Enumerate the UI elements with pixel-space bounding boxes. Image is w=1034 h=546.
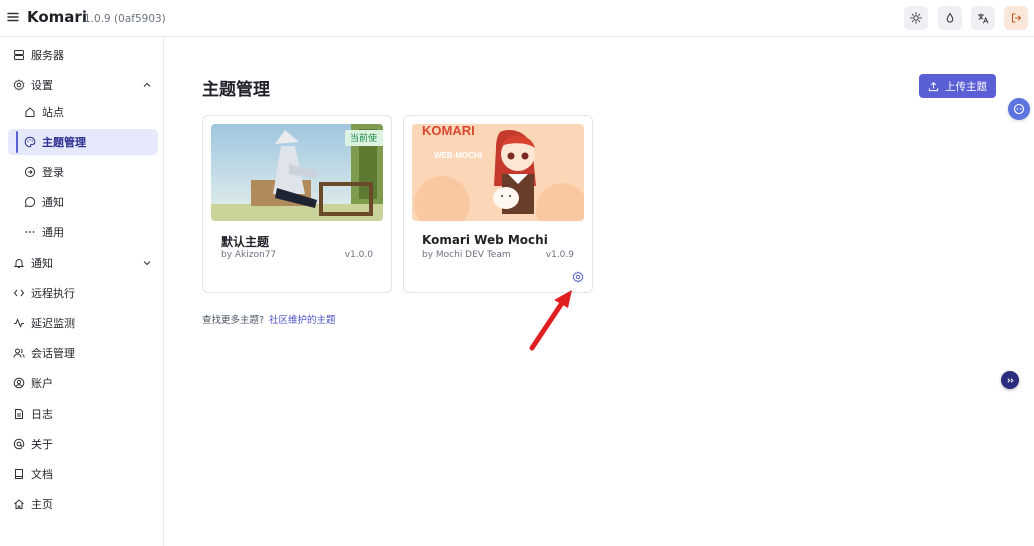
sidebar-item-notify-sub[interactable]: 通知 — [8, 189, 158, 215]
theme-author: by Mochi DEV Team — [422, 250, 511, 260]
drop-icon — [946, 12, 954, 23]
sidebar-item-label: 登录 — [42, 166, 64, 179]
sidebar-item-label: 主页 — [31, 498, 53, 511]
top-bar: Komari 1.0.9 (0af5903) — [0, 0, 1034, 37]
theme-name: 默认主题 — [221, 235, 270, 249]
sidebar-item-remote-exec[interactable]: 远程执行 — [8, 280, 158, 306]
color-button[interactable] — [938, 6, 962, 30]
dots-icon — [25, 231, 35, 233]
logout-button[interactable] — [1004, 6, 1028, 30]
sidebar-item-label: 远程执行 — [31, 287, 75, 300]
sidebar-item-theme-management[interactable]: 主题管理 — [8, 129, 158, 155]
logout-icon — [1012, 13, 1021, 23]
sidebar-item-about[interactable]: 关于 — [8, 431, 158, 457]
users-icon — [13, 348, 25, 358]
language-button[interactable] — [971, 6, 995, 30]
theme-version: v1.0.0 — [344, 250, 373, 260]
theme-thumbnail-default: 当前使 — [211, 124, 383, 221]
sidebar-item-label: 日志 — [31, 408, 53, 421]
theme-thumbnail-web-mochi: KOMARI WEB-MOCHI — [412, 124, 584, 221]
app-title: Komari — [27, 8, 87, 26]
sidebar: 服务器 设置 站点 主题管理 登录 通知 通用 通知 远程执行 延迟监测 会话管 — [0, 37, 164, 546]
sidebar-item-site[interactable]: 站点 — [8, 99, 158, 125]
file-icon — [15, 409, 23, 419]
sidebar-item-sessions[interactable]: 会话管理 — [8, 340, 158, 366]
sidebar-item-label: 主题管理 — [42, 136, 86, 149]
at-icon — [13, 438, 25, 450]
bell-icon — [13, 259, 25, 268]
activity-icon — [14, 318, 24, 328]
book-icon — [15, 469, 23, 479]
annotation-arrow-icon — [529, 290, 572, 351]
upload-theme-label: 上传主题 — [945, 80, 987, 93]
sidebar-item-label: 服务器 — [31, 49, 64, 62]
sidebar-item-label: 通知 — [42, 196, 64, 209]
theme-version: v1.0.9 — [545, 250, 574, 260]
double-chevron-right-icon — [1006, 377, 1014, 383]
sidebar-item-label: 关于 — [31, 438, 53, 451]
palette-icon — [24, 136, 36, 148]
sidebar-item-notifications[interactable]: 通知 — [8, 250, 158, 276]
theme-name: Komari Web Mochi — [422, 233, 548, 247]
sidebar-item-label: 文档 — [31, 468, 53, 481]
theme-toggle-button[interactable] — [904, 6, 928, 30]
sidebar-item-label: 延迟监测 — [31, 317, 75, 330]
theme-author: by Akizon77 — [221, 250, 277, 260]
code-icon — [13, 289, 25, 297]
more-themes-text: 查找更多主题? — [202, 315, 265, 326]
theme-card-web-mochi[interactable]: KOMARI WEB-MOCHI Komari Web Mochi by Moc… — [403, 115, 593, 293]
user-circle-icon — [13, 377, 25, 389]
home-icon — [25, 107, 35, 117]
upload-theme-button[interactable]: 上传主题 — [919, 74, 996, 98]
sidebar-item-label: 通用 — [42, 226, 64, 239]
sidebar-item-label: 站点 — [42, 106, 64, 119]
sidebar-item-latency[interactable]: 延迟监测 — [8, 310, 158, 336]
floating-expand-button[interactable] — [1001, 371, 1019, 389]
sidebar-item-label: 通知 — [31, 257, 53, 270]
sidebar-item-label: 会话管理 — [31, 347, 75, 360]
sidebar-item-logs[interactable]: 日志 — [8, 401, 158, 427]
server-icon — [14, 50, 24, 60]
theme-settings-gear-icon[interactable] — [572, 271, 584, 283]
banner-subtitle: WEB-MOCHI — [434, 151, 482, 160]
house-icon — [14, 499, 24, 509]
sun-icon — [910, 12, 922, 24]
login-icon — [24, 166, 36, 178]
sidebar-item-docs[interactable]: 文档 — [8, 461, 158, 487]
translate-icon — [978, 13, 989, 24]
sidebar-item-servers[interactable]: 服务器 — [8, 42, 158, 68]
chevron-up-icon — [143, 82, 151, 87]
app-version: 1.0.9 (0af5903) — [84, 13, 166, 25]
upload-icon — [928, 81, 939, 91]
settings-icon — [13, 79, 25, 91]
current-theme-badge: 当前使 — [344, 130, 383, 146]
banner-title: KOMARI — [422, 124, 475, 138]
sidebar-item-label: 账户 — [31, 377, 53, 390]
sidebar-item-settings[interactable]: 设置 — [8, 72, 158, 98]
community-themes-link[interactable]: 社区维护的主题 — [269, 312, 336, 326]
chevron-down-icon — [143, 261, 151, 266]
sidebar-item-label: 设置 — [31, 79, 53, 92]
floating-assistant-button[interactable] — [1008, 98, 1030, 120]
page-title: 主题管理 — [202, 80, 270, 100]
sidebar-item-homepage[interactable]: 主页 — [8, 491, 158, 517]
chat-bot-icon — [1013, 103, 1025, 115]
sidebar-item-account[interactable]: 账户 — [8, 370, 158, 396]
sidebar-item-login[interactable]: 登录 — [8, 159, 158, 185]
sidebar-item-general[interactable]: 通用 — [8, 219, 158, 245]
menu-icon[interactable] — [6, 10, 20, 24]
theme-card-default[interactable]: 当前使 默认主题 by Akizon77 v1.0.0 — [202, 115, 392, 293]
message-icon — [24, 196, 36, 208]
